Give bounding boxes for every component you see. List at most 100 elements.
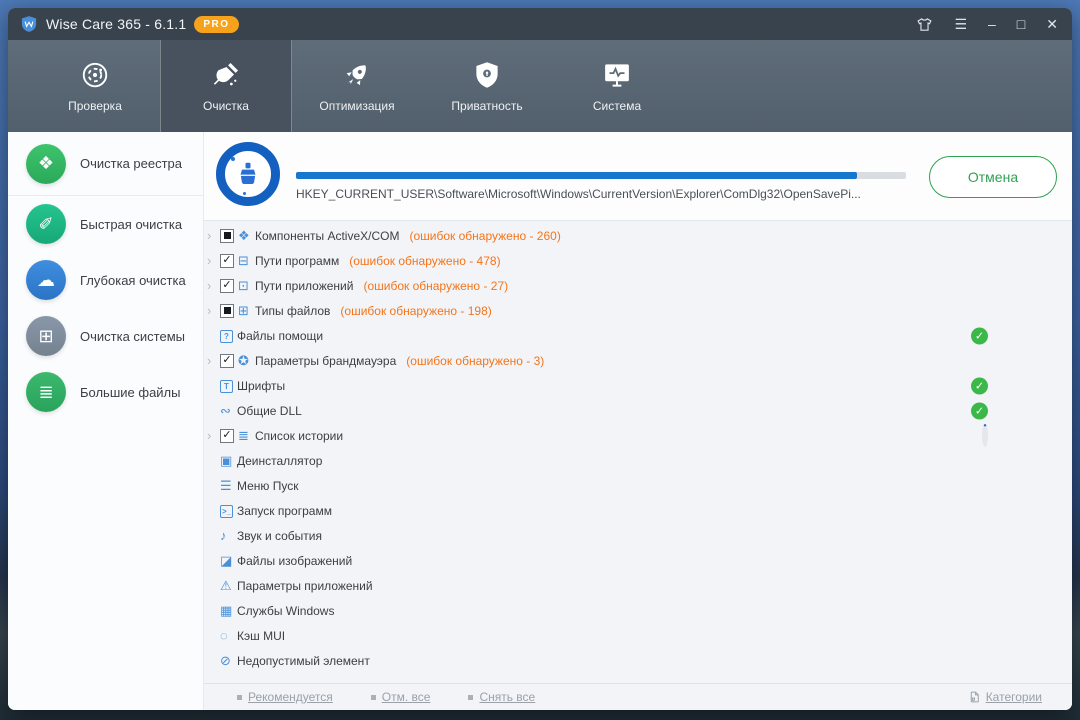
- tree-row: ⊘Недопустимый элемент: [204, 648, 1072, 673]
- tree-row: ›≣Список истории: [204, 423, 1072, 448]
- tree-row: ›❖Компоненты ActiveX/COM(ошибок обнаруже…: [204, 223, 1072, 248]
- row-label[interactable]: Шрифты: [237, 379, 285, 393]
- row-label[interactable]: Компоненты ActiveX/COM: [255, 229, 399, 243]
- startup-programs-icon: >_: [220, 503, 237, 518]
- rocket-optimize-icon: [342, 60, 372, 90]
- row-label[interactable]: Пути приложений: [255, 279, 353, 293]
- footer-link-check-all[interactable]: Отм. все: [371, 690, 431, 704]
- footer-link-recommended[interactable]: Рекомендуется: [237, 690, 333, 704]
- row-label[interactable]: Файлы помощи: [237, 329, 323, 343]
- sidebar-item-label: Очистка реестра: [80, 156, 182, 171]
- tree-row: ›⊞Типы файлов(ошибок обнаружено - 198): [204, 298, 1072, 323]
- row-label[interactable]: Пути программ: [255, 254, 339, 268]
- footer-bar: Рекомендуется Отм. все Снять все Категории: [204, 683, 1072, 710]
- sidebar-item-registry-cleaner[interactable]: ❖ Очистка реестра: [8, 132, 203, 196]
- maximize-icon[interactable]: □: [1017, 17, 1025, 31]
- row-label[interactable]: Параметры брандмауэра: [255, 354, 396, 368]
- broom-cleanup-icon: [211, 60, 241, 90]
- minimize-icon[interactable]: –: [988, 17, 996, 31]
- tree-row: ›⊟Пути программ(ошибок обнаружено - 478): [204, 248, 1072, 273]
- tree-row: ☰Меню Пуск: [204, 473, 1072, 498]
- row-label[interactable]: Службы Windows: [237, 604, 334, 618]
- tree-row: ›✪Параметры брандмауэра(ошибок обнаружен…: [204, 348, 1072, 373]
- pro-badge: PRO: [194, 16, 238, 33]
- expander-chevron-icon[interactable]: ›: [207, 429, 220, 442]
- row-error-count: (ошибок обнаружено - 27): [363, 279, 508, 293]
- tree-row: ▦Службы Windows: [204, 598, 1072, 623]
- row-label[interactable]: Запуск программ: [237, 504, 332, 518]
- app-window: Wise Care 365 - 6.1.1 PRO ☰ – □ ✕ Провер…: [8, 8, 1072, 710]
- sidebar-item-deep-clean[interactable]: ☁Глубокая очистка: [8, 252, 203, 308]
- mui-cache-icon: ◌: [220, 629, 237, 642]
- close-icon[interactable]: ✕: [1046, 17, 1058, 31]
- footer-link-label: Рекомендуется: [248, 690, 333, 704]
- sidebar-item-big-files[interactable]: ≣Большие файлы: [8, 364, 203, 420]
- row-checkbox[interactable]: [220, 304, 234, 318]
- tshirt-theme-icon[interactable]: [916, 16, 933, 33]
- row-checkbox[interactable]: [220, 279, 234, 293]
- tab-system[interactable]: Система: [552, 40, 682, 132]
- scan-spinner-brush-icon: [216, 142, 280, 206]
- tree-row: ›⊡Пути приложений(ошибок обнаружено - 27…: [204, 273, 1072, 298]
- row-label[interactable]: Общие DLL: [237, 404, 302, 418]
- status-loading-spinner: [982, 427, 988, 445]
- shared-dll-icon: ∾: [220, 404, 237, 417]
- sidebar-item-label: Очистка системы: [80, 329, 185, 344]
- row-checkbox[interactable]: [220, 229, 234, 243]
- row-checkbox[interactable]: [220, 354, 234, 368]
- app-logo-icon: [20, 15, 38, 33]
- row-label[interactable]: Типы файлов: [255, 304, 330, 318]
- expander-chevron-icon[interactable]: ›: [207, 354, 220, 367]
- row-label[interactable]: Недопустимый элемент: [237, 654, 370, 668]
- row-checkbox[interactable]: [220, 429, 234, 443]
- tree-row: ◌Кэш MUI: [204, 623, 1072, 648]
- fonts-icon: T: [220, 378, 237, 393]
- square-bullet-icon: [371, 695, 376, 700]
- hamburger-menu-icon[interactable]: ☰: [954, 17, 967, 31]
- tab-label: Оптимизация: [319, 99, 394, 113]
- file-types-icon: ⊞: [238, 304, 255, 317]
- cancel-button[interactable]: Отмена: [929, 156, 1057, 198]
- tab-optimize[interactable]: Оптимизация: [292, 40, 422, 132]
- tab-privacy[interactable]: Приватность: [422, 40, 552, 132]
- application-settings-icon: ⚠: [220, 579, 237, 592]
- row-label[interactable]: Список истории: [255, 429, 343, 443]
- tree-row: >_Запуск программ: [204, 498, 1072, 523]
- sidebar-item-quick-clean[interactable]: ✐Быстрая очистка: [8, 196, 203, 252]
- titlebar: Wise Care 365 - 6.1.1 PRO ☰ – □ ✕: [8, 8, 1072, 40]
- deep-clean-icon: ☁: [26, 260, 66, 300]
- sidebar-item-label: Быстрая очистка: [80, 217, 182, 232]
- sidebar-item-system-clean[interactable]: ⊞Очистка системы: [8, 308, 203, 364]
- main-panel: HKEY_CURRENT_USER\Software\Microsoft\Win…: [204, 132, 1072, 710]
- nav-tabs: Проверка Очистка Оптимизация ПриватностьСис…: [8, 40, 1072, 132]
- tree-row: ◪Файлы изображений: [204, 548, 1072, 573]
- row-label[interactable]: Файлы изображений: [237, 554, 352, 568]
- status-done-icon: ✓: [971, 402, 988, 419]
- start-menu-icon: ☰: [220, 479, 237, 492]
- tab-label: Проверка: [68, 99, 122, 113]
- expander-chevron-icon[interactable]: ›: [207, 229, 220, 242]
- tab-check[interactable]: Проверка: [30, 40, 160, 132]
- tree-row: TШрифты✓: [204, 373, 1072, 398]
- tab-cleanup[interactable]: Очистка: [160, 40, 292, 132]
- row-label[interactable]: Кэш MUI: [237, 629, 285, 643]
- sound-events-icon: ♪: [220, 529, 237, 542]
- square-bullet-icon: [237, 695, 242, 700]
- footer-link-uncheck-all[interactable]: Снять все: [468, 690, 535, 704]
- row-checkbox[interactable]: [220, 254, 234, 268]
- row-label[interactable]: Деинсталлятор: [237, 454, 322, 468]
- categories-page-icon: [968, 690, 981, 704]
- registry-cleaner-icon: ❖: [26, 144, 66, 184]
- tree-row: ⚠Параметры приложений: [204, 573, 1072, 598]
- expander-chevron-icon[interactable]: ›: [207, 279, 220, 292]
- square-bullet-icon: [468, 695, 473, 700]
- windows-services-icon: ▦: [220, 604, 237, 617]
- expander-chevron-icon[interactable]: ›: [207, 254, 220, 267]
- scan-progress-bar: [296, 172, 906, 179]
- row-label[interactable]: Звук и события: [237, 529, 322, 543]
- categories-link[interactable]: Категории: [968, 690, 1042, 704]
- row-label[interactable]: Меню Пуск: [237, 479, 299, 493]
- row-label[interactable]: Параметры приложений: [237, 579, 373, 593]
- expander-chevron-icon[interactable]: ›: [207, 304, 220, 317]
- firewall-settings-icon: ✪: [238, 354, 255, 367]
